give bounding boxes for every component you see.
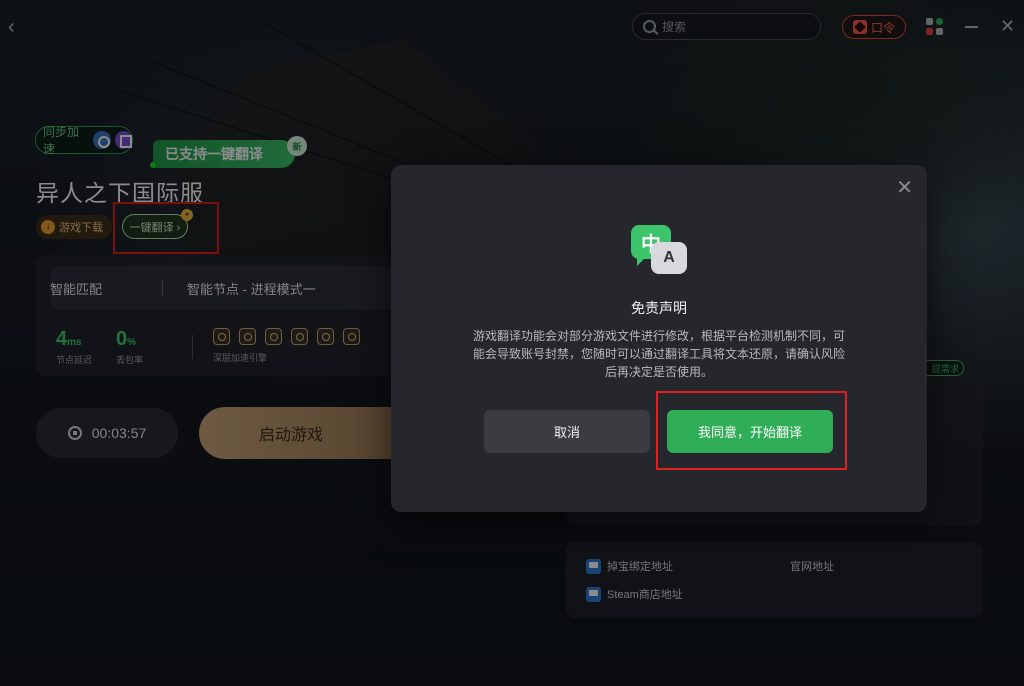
translate-icon: 中 A [631,225,689,277]
cancel-button[interactable]: 取消 [484,410,650,453]
highlight-box-agree [656,391,847,470]
dialog-body: 游戏翻译功能会对部分游戏文件进行修改，根据平台检测机制不同，可能会导致账号封禁，… [472,329,845,379]
dialog-close-icon[interactable]: ✕ [896,177,913,199]
translate-icon-en: A [651,242,687,274]
dialog-title: 免责声明 [631,300,687,316]
disclaimer-dialog: ✕ 中 A 免责声明 游戏翻译功能会对部分游戏文件进行修改，根据平台检测机制不同… [391,165,927,512]
